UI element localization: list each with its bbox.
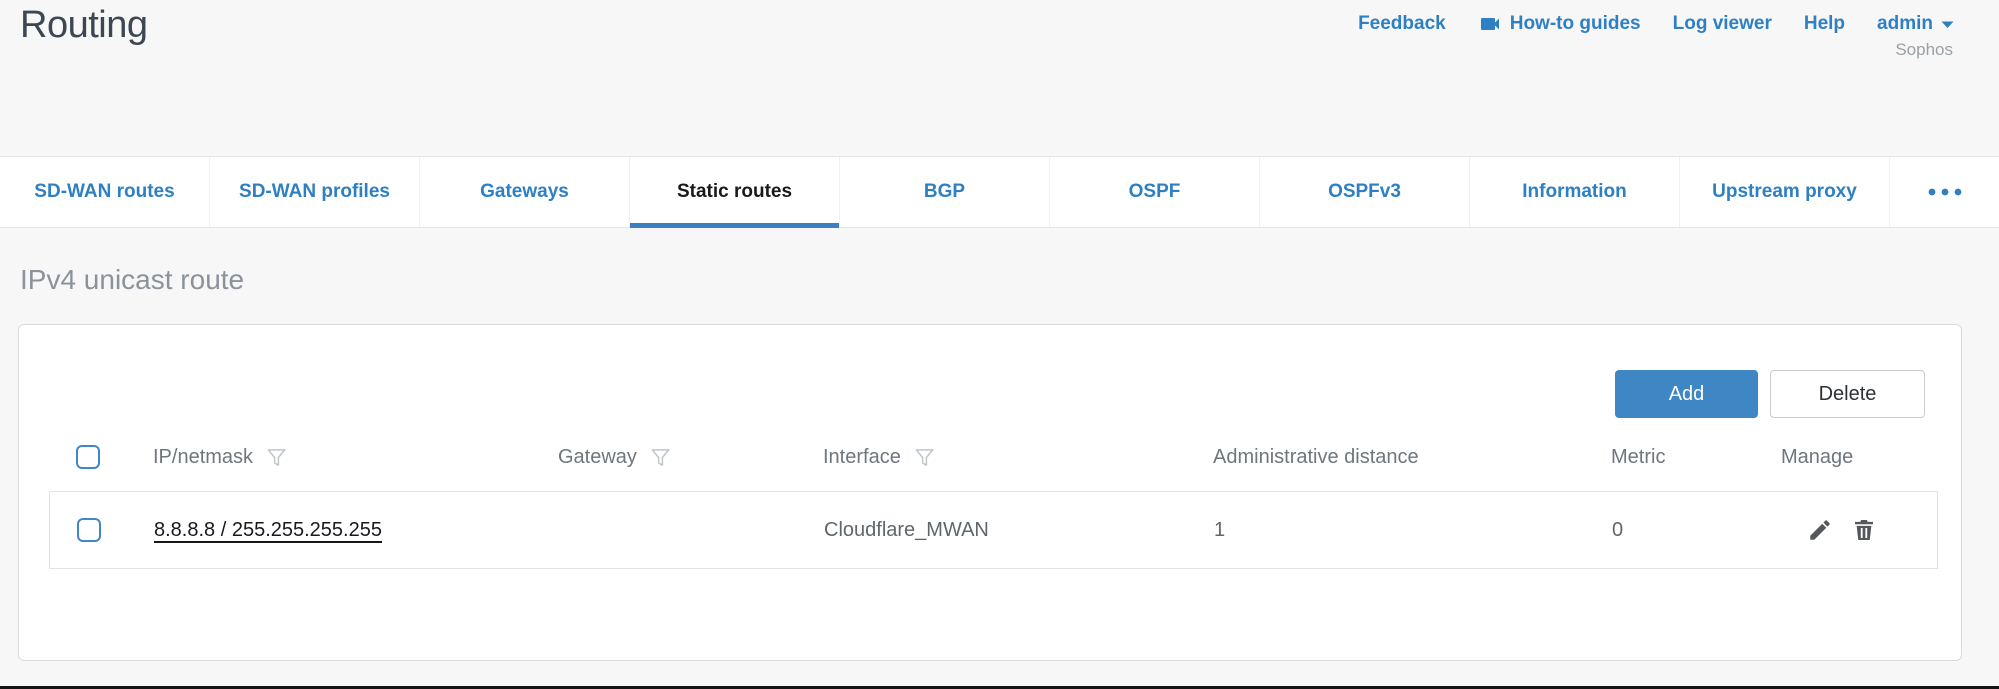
tab-sd-wan-profiles[interactable]: SD-WAN profiles — [210, 157, 420, 227]
column-header-metric-label: Metric — [1611, 446, 1665, 469]
column-header-manage: Manage — [1781, 446, 1938, 469]
column-header-gateway: Gateway — [558, 446, 823, 469]
howto-guides-link-label: How-to guides — [1510, 13, 1641, 35]
row-cell-manage — [1782, 517, 1937, 543]
column-header-interface: Interface — [823, 446, 1213, 469]
table-header-row: IP/netmask Gateway Interface Administrat… — [49, 437, 1938, 477]
help-link[interactable]: Help — [1804, 13, 1845, 35]
column-header-administrative-distance-label: Administrative distance — [1213, 446, 1419, 469]
feedback-link-label: Feedback — [1358, 13, 1446, 35]
row-cell-administrative-distance: 1 — [1214, 519, 1612, 542]
tab-upstream-proxy[interactable]: Upstream proxy — [1680, 157, 1890, 227]
row-cell-metric: 0 — [1612, 519, 1782, 542]
feedback-link[interactable]: Feedback — [1358, 13, 1446, 35]
page-header: Routing Feedback How-to guides Log viewe… — [0, 0, 1999, 156]
static-routes-card: Add Delete IP/netmask Gateway Interface … — [18, 324, 1962, 661]
header-links: Feedback How-to guides Log viewer Help a… — [1358, 12, 1954, 36]
page-title: Routing — [20, 4, 147, 47]
section-title: IPv4 unicast route — [20, 264, 244, 296]
tab-information[interactable]: Information — [1470, 157, 1680, 227]
column-header-metric: Metric — [1611, 446, 1781, 469]
brand-label: Sophos — [1895, 40, 1953, 60]
column-header-ip-netmask: IP/netmask — [153, 446, 558, 469]
ip-netmask-link[interactable]: 8.8.8.8 / 255.255.255.255 — [154, 519, 382, 541]
select-all-checkbox[interactable] — [76, 445, 100, 469]
row-cell-ip-netmask: 8.8.8.8 / 255.255.255.255 — [154, 519, 559, 542]
funnel-icon[interactable] — [265, 446, 288, 469]
tab-sd-wan-routes[interactable]: SD-WAN routes — [0, 157, 210, 227]
caret-down-icon — [1941, 20, 1954, 29]
howto-guides-link[interactable]: How-to guides — [1478, 12, 1641, 36]
row-checkbox-cell — [50, 518, 154, 542]
ellipsis-icon — [1928, 183, 1962, 201]
tab-bgp[interactable]: BGP — [840, 157, 1050, 227]
trash-icon[interactable] — [1851, 517, 1877, 543]
header-checkbox-cell — [49, 445, 153, 469]
admin-menu-label: admin — [1877, 13, 1933, 35]
log-viewer-link[interactable]: Log viewer — [1673, 13, 1772, 35]
tab-overflow-button[interactable] — [1890, 157, 1999, 227]
add-button[interactable]: Add — [1615, 370, 1758, 418]
column-header-interface-label: Interface — [823, 446, 901, 469]
tab-ospfv3[interactable]: OSPFv3 — [1260, 157, 1470, 227]
table-row: 8.8.8.8 / 255.255.255.255 Cloudflare_MWA… — [49, 491, 1938, 569]
video-camera-icon — [1478, 12, 1502, 36]
help-link-label: Help — [1804, 13, 1845, 35]
column-header-ip-netmask-label: IP/netmask — [153, 446, 253, 469]
row-checkbox[interactable] — [77, 518, 101, 542]
row-cell-interface: Cloudflare_MWAN — [824, 519, 1214, 542]
tab-static-routes[interactable]: Static routes — [630, 157, 840, 227]
column-header-manage-label: Manage — [1781, 446, 1853, 469]
pencil-icon[interactable] — [1807, 517, 1833, 543]
delete-button[interactable]: Delete — [1770, 370, 1925, 418]
card-toolbar: Add Delete — [1615, 370, 1925, 418]
tab-gateways[interactable]: Gateways — [420, 157, 630, 227]
admin-menu[interactable]: admin — [1877, 13, 1954, 35]
log-viewer-link-label: Log viewer — [1673, 13, 1772, 35]
routing-tabbar: SD-WAN routes SD-WAN profiles Gateways S… — [0, 156, 1999, 228]
column-header-administrative-distance: Administrative distance — [1213, 446, 1611, 469]
tab-ospf[interactable]: OSPF — [1050, 157, 1260, 227]
funnel-icon[interactable] — [913, 446, 936, 469]
column-header-gateway-label: Gateway — [558, 446, 637, 469]
funnel-icon[interactable] — [649, 446, 672, 469]
